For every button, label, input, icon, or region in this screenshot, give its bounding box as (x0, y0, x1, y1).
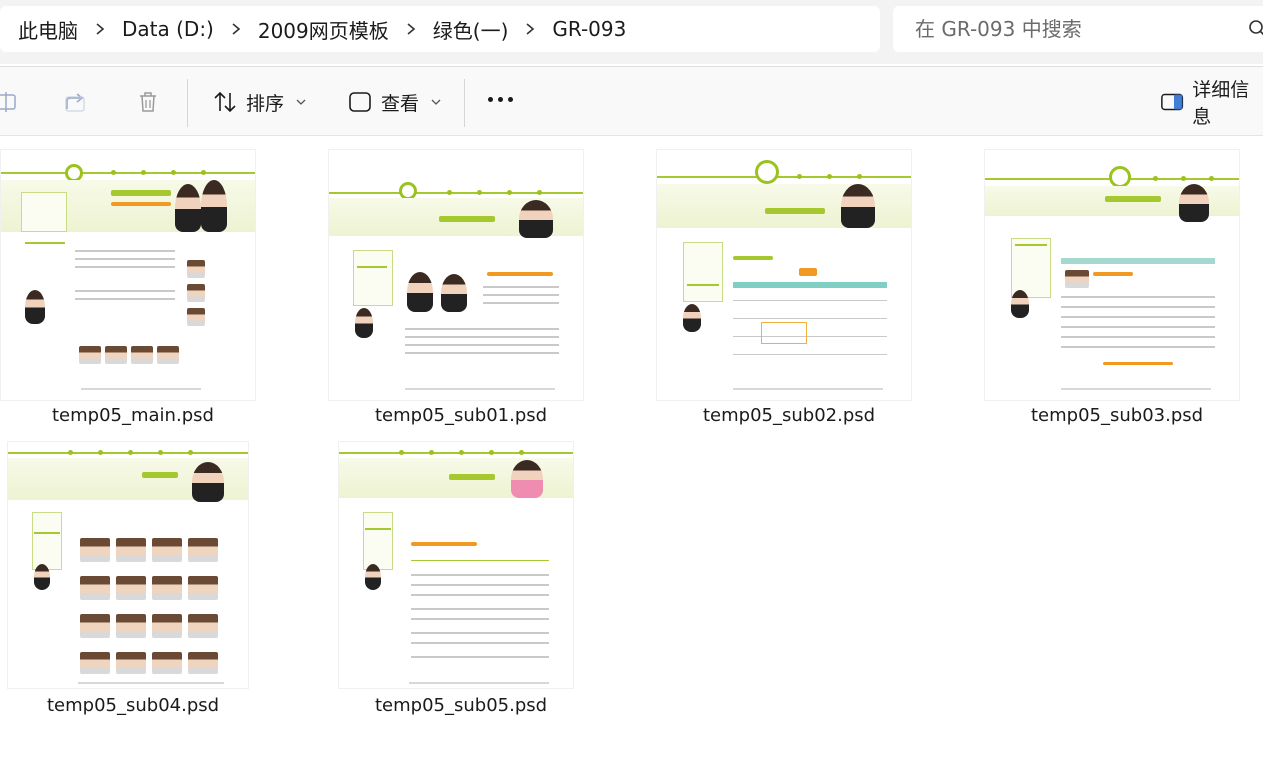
address-bar-row: 此电脑 Data (D:) 2009网页模板 绿色(一) GR-093 (0, 0, 1263, 64)
file-thumbnail[interactable] (0, 149, 256, 401)
search-box[interactable] (893, 6, 1263, 52)
chevron-right-icon[interactable] (389, 22, 433, 36)
view-label: 查看 (381, 92, 420, 115)
search-icon[interactable] (1248, 19, 1263, 39)
file-thumbnail[interactable] (984, 149, 1240, 401)
share-icon[interactable] (63, 89, 89, 115)
crumb-this-pc[interactable]: 此电脑 (18, 15, 78, 44)
toolbar-divider (464, 79, 465, 127)
file-name[interactable]: temp05_sub05.psd (375, 695, 547, 716)
crumb-drive[interactable]: Data (D:) (122, 17, 214, 41)
details-pane-icon (1161, 93, 1184, 111)
search-input[interactable] (915, 17, 1235, 41)
sort-label: 排序 (246, 92, 285, 115)
file-name[interactable]: temp05_sub01.psd (375, 405, 547, 426)
file-name[interactable]: temp05_sub02.psd (703, 405, 875, 426)
view-icon (349, 92, 371, 112)
sort-button[interactable]: 排序 (212, 84, 306, 120)
file-thumbnail[interactable] (328, 149, 584, 401)
crumb-folder-green[interactable]: 绿色(一) (433, 15, 509, 44)
view-button[interactable]: 查看 (347, 84, 441, 120)
details-label: 详细信息 (1192, 79, 1250, 128)
breadcrumb[interactable]: 此电脑 Data (D:) 2009网页模板 绿色(一) GR-093 (0, 6, 880, 52)
file-name[interactable]: temp05_sub03.psd (1031, 405, 1203, 426)
command-bar: 排序 查看 详细信息 (0, 66, 1263, 136)
file-thumbnail[interactable] (7, 441, 249, 689)
chevron-right-icon[interactable] (214, 22, 258, 36)
details-pane-button[interactable]: 详细信息 (1160, 79, 1263, 128)
file-name[interactable]: temp05_sub04.psd (47, 695, 219, 716)
crumb-folder-templates[interactable]: 2009网页模板 (258, 15, 389, 44)
file-view: temp05_main.psd temp05_sub01.psd temp05_… (0, 137, 1263, 772)
delete-icon[interactable] (135, 89, 161, 115)
file-name[interactable]: temp05_main.psd (52, 405, 214, 426)
file-thumbnail[interactable] (656, 149, 912, 401)
toolbar-divider (187, 79, 188, 127)
file-thumbnail[interactable] (338, 441, 574, 689)
chevron-right-icon[interactable] (508, 22, 552, 36)
rename-icon[interactable] (0, 89, 20, 115)
chevron-down-icon (296, 99, 306, 105)
sort-icon (214, 91, 236, 113)
crumb-current-folder[interactable]: GR-093 (552, 17, 626, 41)
chevron-down-icon (431, 99, 441, 105)
more-options-icon[interactable] (488, 97, 513, 102)
chevron-right-icon[interactable] (78, 22, 122, 36)
